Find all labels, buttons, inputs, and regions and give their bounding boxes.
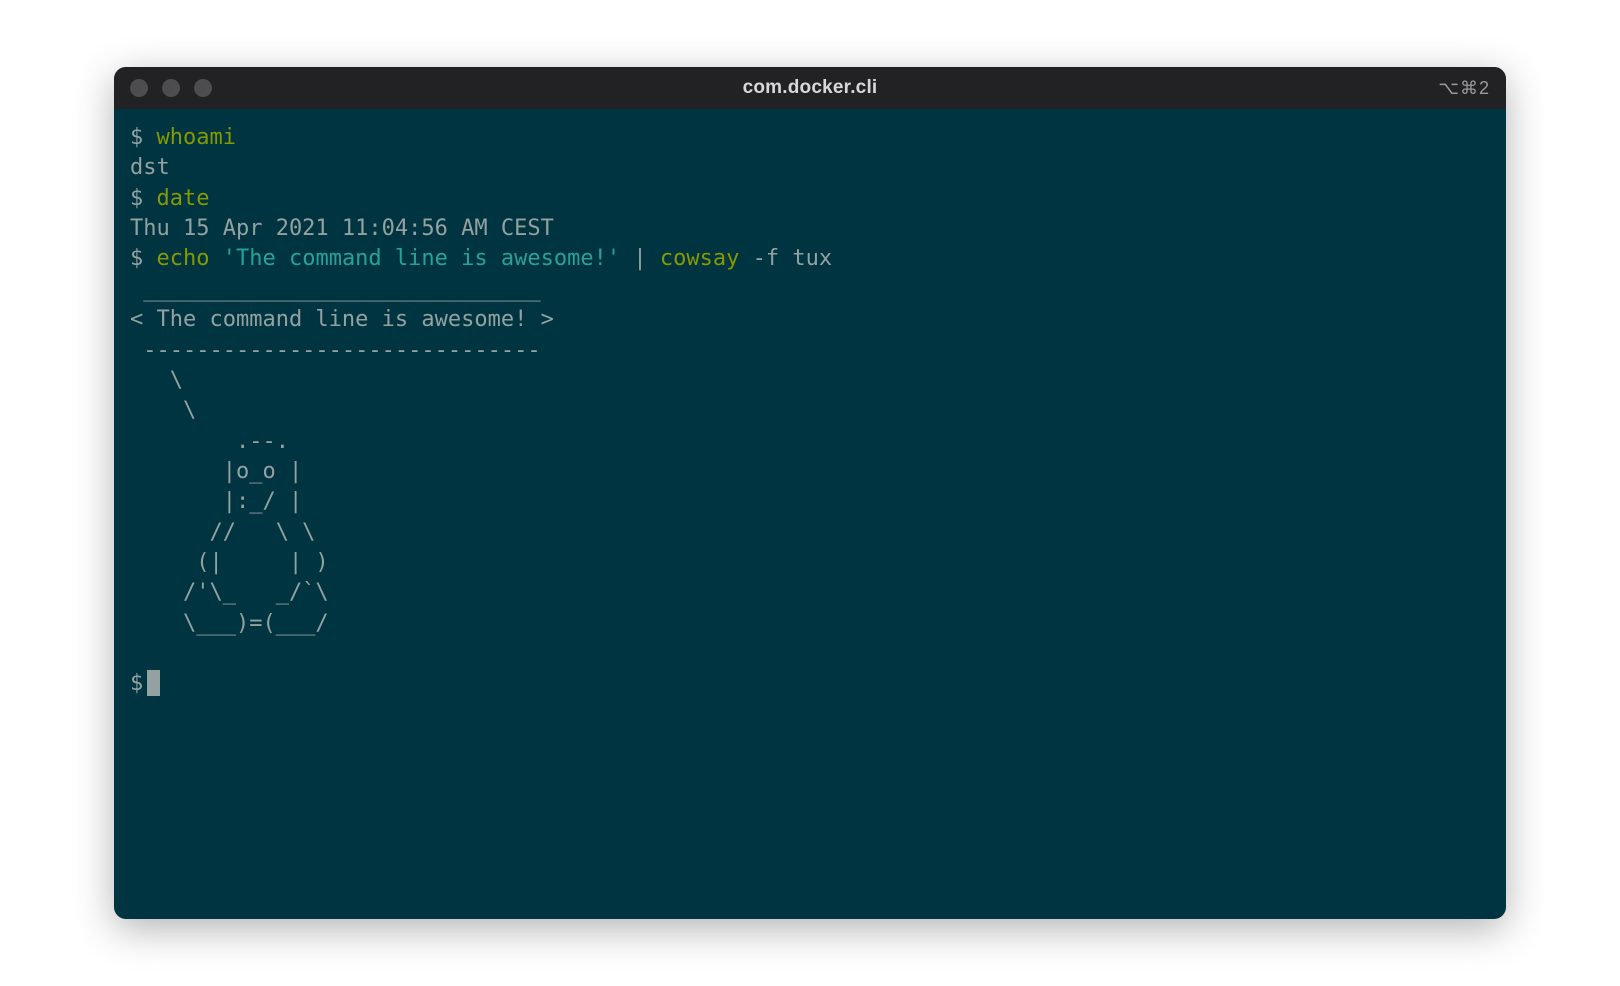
output-line: < The command line is awesome! > [130, 305, 1490, 335]
output-line: ______________________________ [130, 275, 1490, 305]
output-line: Thu 15 Apr 2021 11:04:56 AM CEST [130, 214, 1490, 244]
output-line: \ [130, 366, 1490, 396]
prompt-line: $ whoami [130, 123, 1490, 153]
prompt-symbol: $ [130, 125, 143, 150]
output-line: // \ \ [130, 518, 1490, 548]
maximize-button[interactable] [194, 79, 212, 97]
active-prompt-line[interactable]: $ [130, 669, 1490, 699]
command-flag-arg: tux [792, 246, 832, 271]
terminal-body[interactable]: $ whoami dst $ date Thu 15 Apr 2021 11:0… [114, 109, 1506, 919]
output-line: (| | ) [130, 548, 1490, 578]
output-line: |o_o | [130, 457, 1490, 487]
output-line: \___)=(___/ [130, 609, 1490, 639]
prompt-line: $ echo 'The command line is awesome!' | … [130, 244, 1490, 274]
output-line: \ [130, 396, 1490, 426]
command-text: cowsay [660, 246, 739, 271]
window-title: com.docker.cli [743, 77, 878, 99]
terminal-window: com.docker.cli ⌥⌘2 $ whoami dst $ date T… [114, 67, 1506, 919]
command-flag: -f [753, 246, 780, 271]
command-text: echo [157, 246, 210, 271]
output-line: /'\_ _/`\ [130, 578, 1490, 608]
command-text: date [157, 186, 210, 211]
window-shortcut-hint: ⌥⌘2 [1438, 78, 1490, 99]
prompt-line: $ date [130, 184, 1490, 214]
pipe-symbol: | [633, 246, 646, 271]
prompt-symbol: $ [130, 186, 143, 211]
output-line [130, 639, 1490, 669]
close-button[interactable] [130, 79, 148, 97]
minimize-button[interactable] [162, 79, 180, 97]
output-line: dst [130, 153, 1490, 183]
traffic-lights [130, 79, 212, 97]
prompt-symbol: $ [130, 246, 143, 271]
output-line: |:_/ | [130, 487, 1490, 517]
command-text: whoami [157, 125, 236, 150]
output-line: .--. [130, 427, 1490, 457]
cursor-icon [147, 670, 160, 696]
output-line: ------------------------------ [130, 336, 1490, 366]
title-bar: com.docker.cli ⌥⌘2 [114, 67, 1506, 109]
prompt-symbol: $ [130, 671, 143, 696]
command-arg: 'The command line is awesome!' [223, 246, 620, 271]
